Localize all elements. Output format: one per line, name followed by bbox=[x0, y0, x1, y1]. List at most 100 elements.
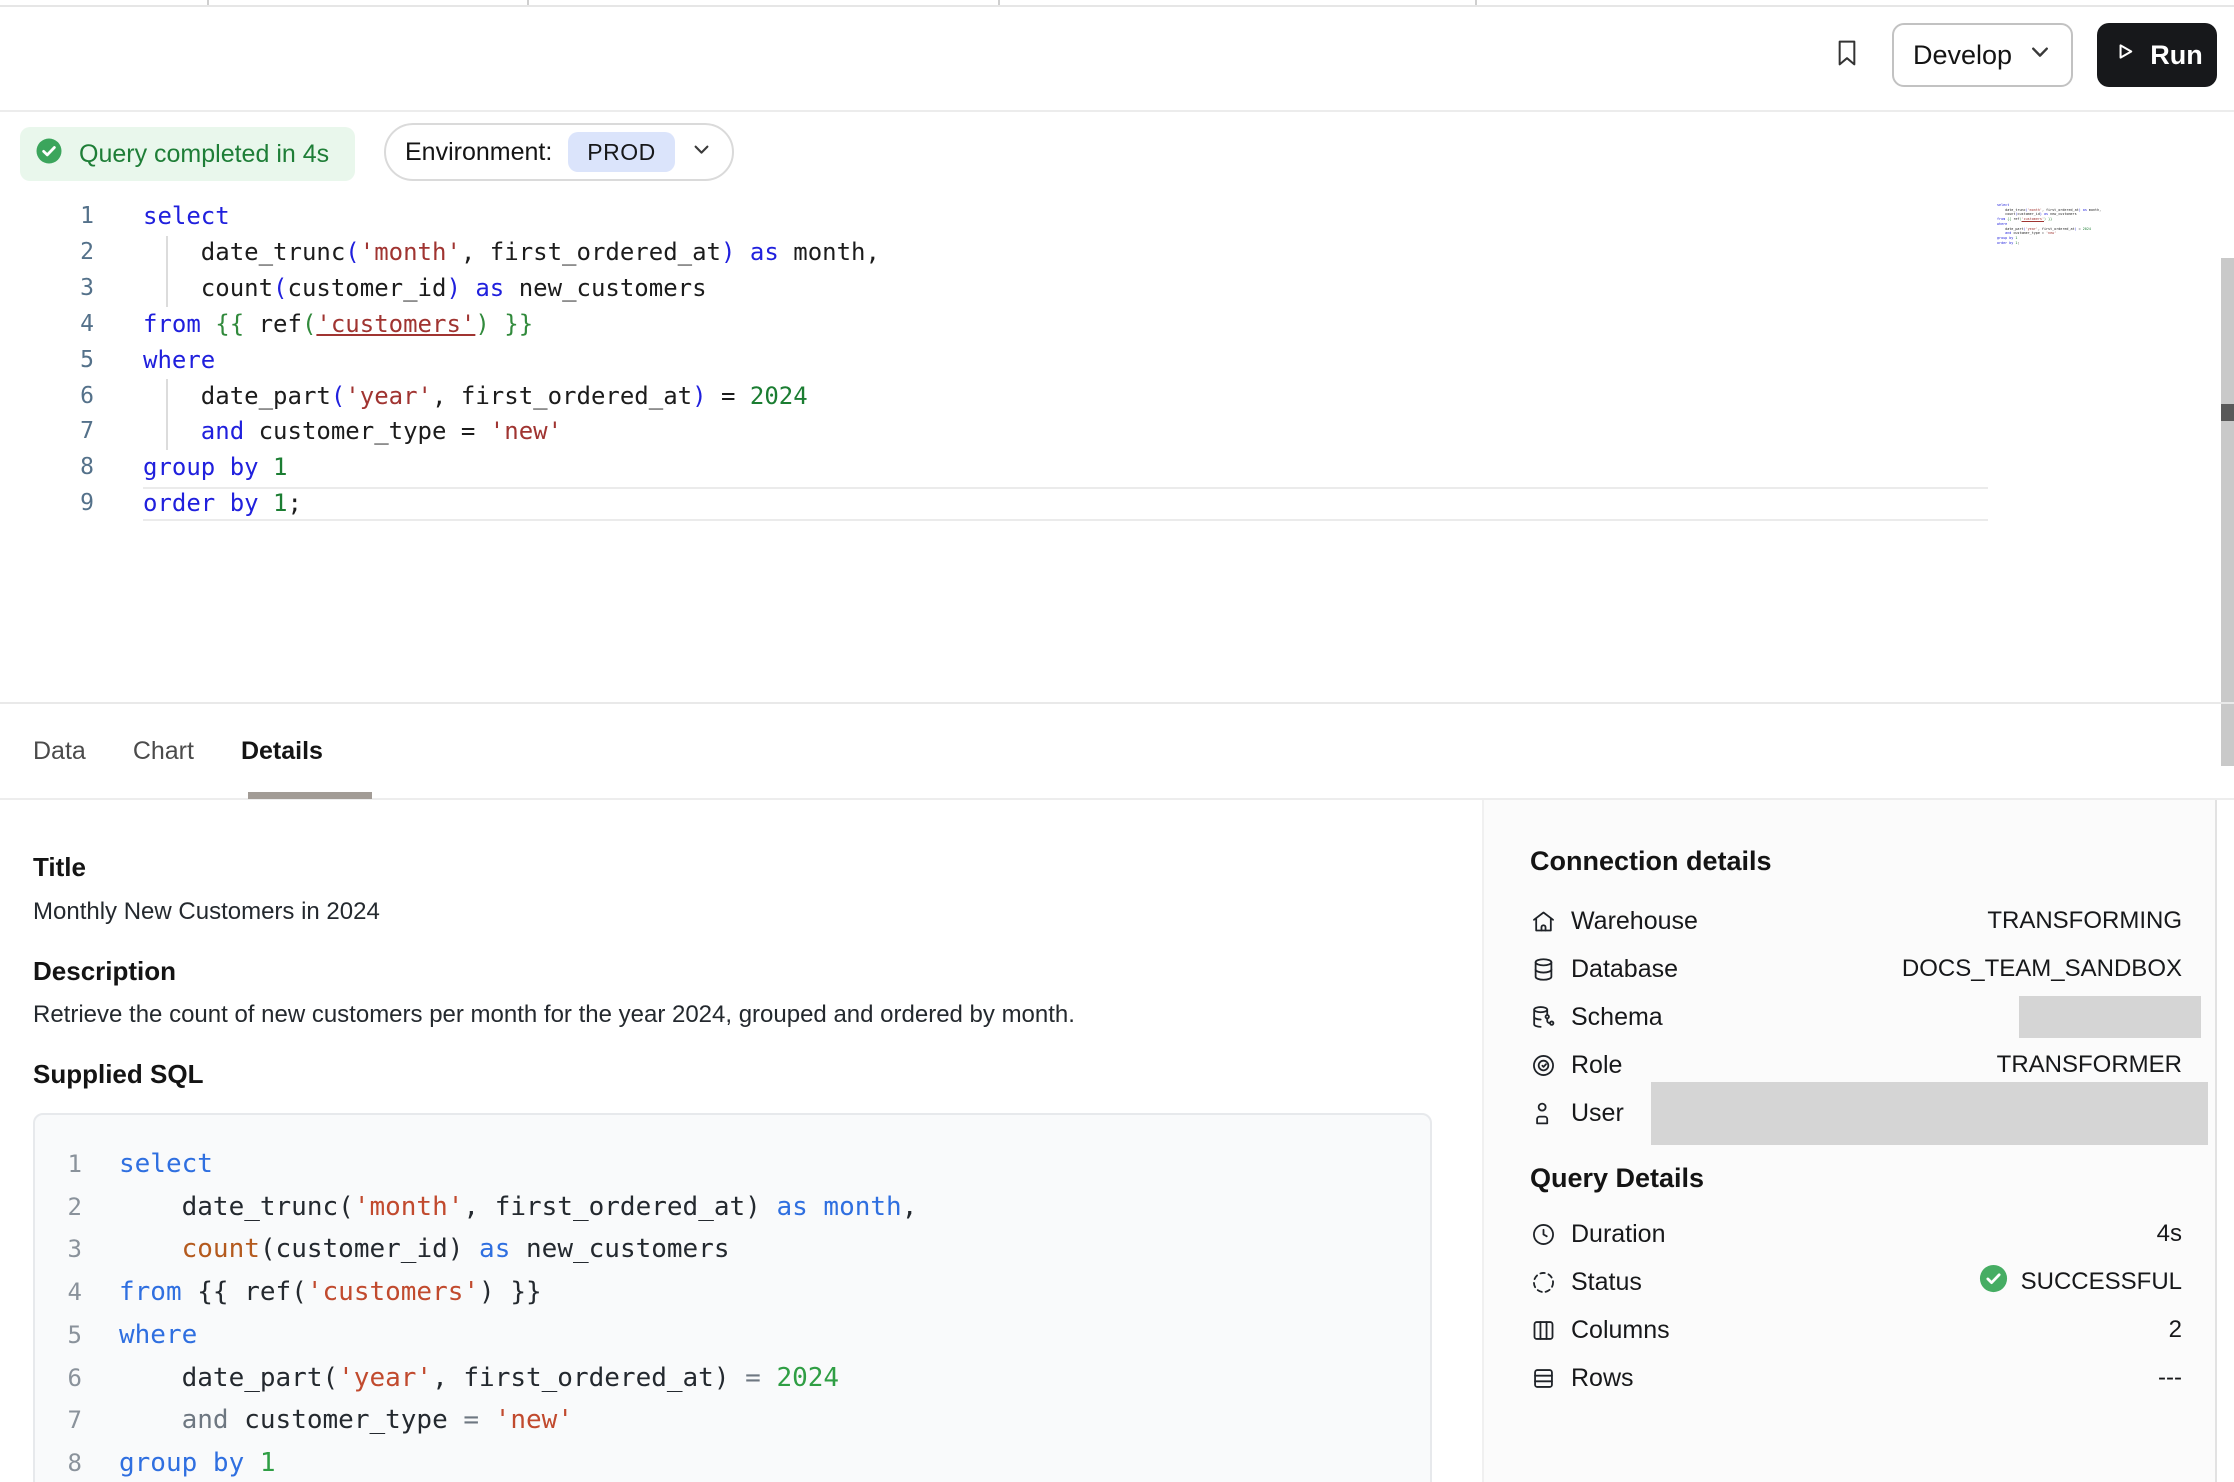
detail-value-text: DOCS_TEAM_SANDBOX bbox=[1902, 955, 2182, 983]
editor-scrollbar-thumb[interactable] bbox=[2221, 404, 2234, 421]
code-line: 9order by 1; bbox=[1997, 241, 2103, 246]
detail-value-text: 4s bbox=[2157, 1220, 2182, 1248]
code-line: 4from {{ ref('customers') }} bbox=[49, 1271, 1430, 1314]
code-line[interactable]: 2 date_trunc('month', first_ordered_at) … bbox=[0, 235, 880, 271]
detail-row-schema: Schema bbox=[1530, 993, 2182, 1041]
detail-label: Role bbox=[1571, 1051, 1622, 1080]
line-number: 7 bbox=[49, 1399, 82, 1442]
clock-icon bbox=[1530, 1221, 1557, 1248]
detail-value-text: SUCCESSFUL bbox=[2021, 1268, 2182, 1296]
environment-label: Environment: bbox=[405, 138, 552, 167]
detail-row-status: Status SUCCESSFUL bbox=[1530, 1258, 2182, 1306]
role-icon bbox=[1530, 1052, 1557, 1079]
columns-icon bbox=[1530, 1317, 1557, 1344]
detail-row-rows: Rows --- bbox=[1530, 1354, 2182, 1402]
environment-value-chip: PROD bbox=[568, 132, 674, 172]
sql-editor[interactable]: 1select2 date_trunc('month', first_order… bbox=[0, 199, 880, 522]
code-line: 2 date_trunc('month', first_ordered_at) … bbox=[49, 1186, 1430, 1229]
line-number: 2 bbox=[0, 235, 94, 271]
detail-label: Columns bbox=[1571, 1316, 1670, 1345]
header-divider bbox=[0, 110, 2234, 112]
minimap[interactable]: 1select2 date_trunc('month', first_order… bbox=[1997, 203, 2103, 245]
detail-label: Rows bbox=[1571, 1364, 1634, 1393]
develop-dropdown-button[interactable]: Develop bbox=[1892, 23, 2073, 87]
tabstrip-border bbox=[0, 5, 2234, 7]
warehouse-icon bbox=[1530, 908, 1557, 935]
line-number: 4 bbox=[49, 1271, 82, 1314]
detail-value: DOCS_TEAM_SANDBOX bbox=[1902, 955, 2182, 983]
environment-selector[interactable]: Environment: PROD bbox=[384, 123, 734, 181]
query-status-badge: Query completed in 4s bbox=[20, 127, 355, 181]
code-line[interactable]: 4from {{ ref('customers') }} bbox=[0, 307, 880, 343]
line-number: 5 bbox=[0, 343, 94, 379]
description-heading: Description bbox=[33, 956, 176, 987]
detail-label: Duration bbox=[1571, 1220, 1666, 1249]
schema-icon bbox=[1530, 1004, 1557, 1031]
code-line: 3 count(customer_id) as new_customers bbox=[49, 1228, 1430, 1271]
detail-value bbox=[1651, 1090, 2182, 1137]
code-line: 8group by 1 bbox=[49, 1442, 1430, 1482]
line-number: 4 bbox=[0, 307, 94, 343]
code-line[interactable]: 7 and customer_type = 'new' bbox=[0, 414, 880, 450]
detail-row-user: User bbox=[1530, 1089, 2182, 1137]
app-window: Develop Run Query completed in 4s Enviro… bbox=[0, 0, 2234, 1482]
code-line: 1select bbox=[49, 1143, 1430, 1186]
tab-chart[interactable]: Chart bbox=[133, 737, 194, 766]
query-details-rows: Duration 4s Status SUCCESSFUL Columns 2 Rows --… bbox=[1530, 1210, 2182, 1402]
detail-value: --- bbox=[2158, 1364, 2182, 1392]
query-status-text: Query completed in 4s bbox=[79, 140, 329, 169]
run-button[interactable]: Run bbox=[2097, 23, 2217, 87]
bookmark-button[interactable] bbox=[1824, 32, 1870, 78]
detail-label: Warehouse bbox=[1571, 907, 1698, 936]
tab-details[interactable]: Details bbox=[241, 737, 323, 766]
code-line[interactable]: 6 date_part('year', first_ordered_at) = … bbox=[0, 379, 880, 415]
code-line[interactable]: 9order by 1; bbox=[0, 486, 880, 522]
detail-label: Database bbox=[1571, 955, 1678, 984]
play-icon bbox=[2111, 38, 2138, 72]
user-icon bbox=[1530, 1100, 1557, 1127]
detail-value-text: TRANSFORMING bbox=[1987, 907, 2182, 935]
detail-row-database: Database DOCS_TEAM_SANDBOX bbox=[1530, 945, 2182, 993]
detail-row-columns: Columns 2 bbox=[1530, 1306, 2182, 1354]
tab-data[interactable]: Data bbox=[33, 737, 86, 766]
results-tabbar: Data Chart Details bbox=[0, 702, 2234, 800]
code-line[interactable]: 1select bbox=[0, 199, 880, 235]
detail-value: 4s bbox=[2157, 1220, 2182, 1248]
develop-button-label: Develop bbox=[1913, 40, 2012, 71]
line-number: 1 bbox=[0, 199, 94, 235]
redacted-value bbox=[1651, 1082, 2208, 1145]
query-details-heading: Query Details bbox=[1530, 1163, 2182, 1194]
success-check-icon bbox=[1978, 1263, 2009, 1301]
code-line[interactable]: 3 count(customer_id) as new_customers bbox=[0, 271, 880, 307]
code-line[interactable]: 8group by 1 bbox=[0, 450, 880, 486]
chevron-down-icon bbox=[691, 138, 712, 167]
line-number: 8 bbox=[0, 450, 94, 486]
redacted-value bbox=[2019, 996, 2201, 1038]
line-number: 3 bbox=[49, 1228, 82, 1271]
active-tab-underline bbox=[248, 792, 372, 799]
details-side-panel: Connection details Warehouse TRANSFORMING… bbox=[1482, 800, 2217, 1482]
supplied-sql-block: 1select2 date_trunc('month', first_order… bbox=[33, 1113, 1432, 1482]
bookmark-icon bbox=[1831, 35, 1863, 76]
line-number: 3 bbox=[0, 271, 94, 307]
detail-value: SUCCESSFUL bbox=[1978, 1263, 2182, 1301]
code-line[interactable]: 5where bbox=[0, 343, 880, 379]
success-check-icon bbox=[34, 136, 64, 173]
description-value: Retrieve the count of new customers per … bbox=[33, 1001, 1075, 1029]
connection-details-heading: Connection details bbox=[1530, 846, 2182, 877]
editor-scrollbar-track[interactable] bbox=[2221, 258, 2234, 766]
line-number: 6 bbox=[49, 1357, 82, 1400]
detail-value-text: --- bbox=[2158, 1364, 2182, 1392]
code-line: 7 and customer_type = 'new' bbox=[49, 1399, 1430, 1442]
line-number: 9 bbox=[0, 486, 94, 522]
detail-value: 2 bbox=[2169, 1316, 2182, 1344]
detail-value: TRANSFORMING bbox=[1987, 907, 2182, 935]
detail-label: Status bbox=[1571, 1268, 1642, 1297]
detail-value-text: TRANSFORMER bbox=[1997, 1051, 2182, 1079]
chevron-down-icon bbox=[2028, 40, 2052, 71]
line-number: 2 bbox=[49, 1186, 82, 1229]
supplied-sql-heading: Supplied SQL bbox=[33, 1059, 203, 1090]
detail-label: User bbox=[1571, 1099, 1624, 1128]
detail-value: TRANSFORMER bbox=[1997, 1051, 2182, 1079]
database-icon bbox=[1530, 956, 1557, 983]
